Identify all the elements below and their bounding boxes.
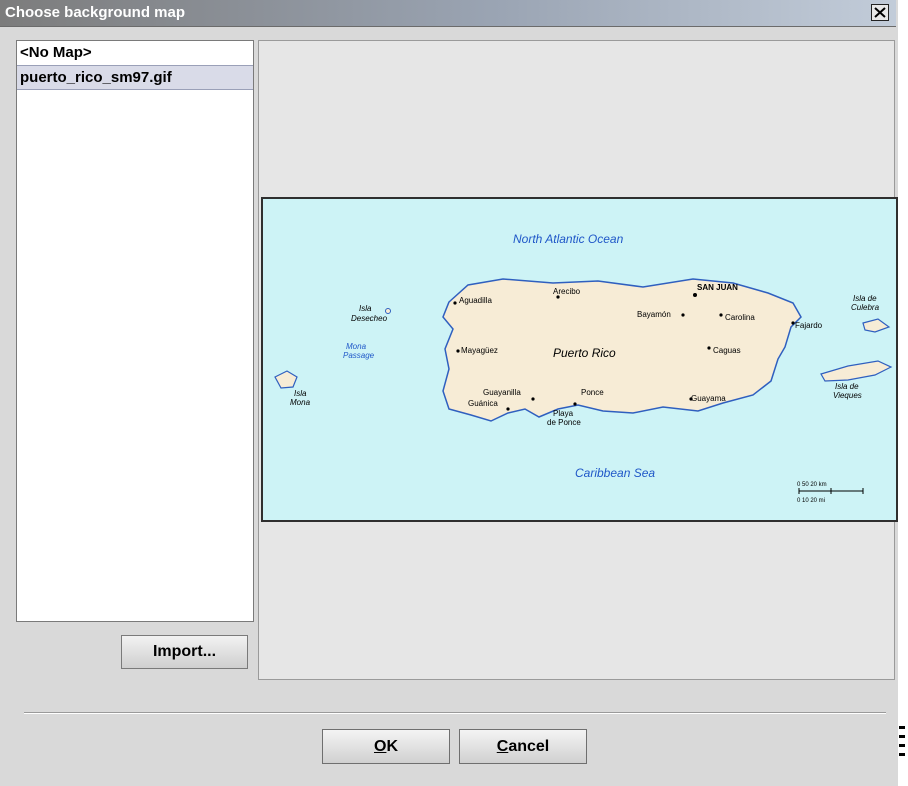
map-label-ponce: Ponce xyxy=(581,388,604,397)
map-label-arecibo: Arecibo xyxy=(553,287,581,296)
map-label-mona-passage-2: Passage xyxy=(343,351,375,360)
cancel-button[interactable]: Cancel xyxy=(459,729,587,764)
map-label-vieques-1: Isla de xyxy=(835,382,859,391)
map-label-culebra-2: Culebra xyxy=(851,303,880,312)
map-label-fajardo: Fajardo xyxy=(795,321,823,330)
map-file-list[interactable]: <No Map> puerto_rico_sm97.gif xyxy=(16,40,254,622)
cancel-mnemonic: C xyxy=(496,738,509,755)
map-label-desecheo-2: Desecheo xyxy=(351,314,388,323)
map-label-mona-island-1: Isla xyxy=(294,389,307,398)
scale-mi: 0 10 20 mi xyxy=(797,498,825,504)
map-label-ocean: North Atlantic Ocean xyxy=(513,232,624,246)
map-label-vieques-2: Vieques xyxy=(833,391,862,400)
map-label-guanica: Guánica xyxy=(468,399,498,408)
ok-mnemonic: O xyxy=(373,738,387,755)
edge-artifact xyxy=(898,720,908,780)
scale-km: 0 50 20 km xyxy=(797,482,827,488)
map-label-mona-island-2: Mona xyxy=(290,398,311,407)
map-label-aguadilla: Aguadilla xyxy=(459,296,492,305)
cancel-label-rest: ancel xyxy=(508,738,550,755)
map-label-mayaguez: Mayagüez xyxy=(461,346,498,355)
map-image: North Atlantic Ocean Caribbean Sea Puert… xyxy=(261,197,898,522)
map-label-bayamon: Bayamón xyxy=(637,310,671,319)
map-label-mona-passage-1: Mona xyxy=(346,342,367,351)
map-label-desecheo-1: Isla xyxy=(359,304,372,313)
ok-label-rest: K xyxy=(386,738,398,755)
button-separator xyxy=(24,712,886,714)
map-label-guayanilla: Guayanilla xyxy=(483,388,521,397)
import-button[interactable]: Import... xyxy=(121,635,248,669)
list-item-puerto-rico[interactable]: puerto_rico_sm97.gif xyxy=(17,65,253,90)
close-icon xyxy=(874,7,886,18)
map-label-culebra-1: Isla de xyxy=(853,294,877,303)
map-label-caguas: Caguas xyxy=(713,346,741,355)
map-label-sea: Caribbean Sea xyxy=(575,466,655,480)
close-button[interactable] xyxy=(871,4,889,21)
map-label-playa-2: de Ponce xyxy=(547,418,581,427)
map-label-playa-1: Playa xyxy=(553,409,574,418)
choose-map-dialog: Choose background map <No Map> puerto_ri… xyxy=(0,0,898,786)
map-preview-panel: North Atlantic Ocean Caribbean Sea Puert… xyxy=(258,40,898,680)
ok-button[interactable]: OK xyxy=(322,729,450,764)
map-label-carolina: Carolina xyxy=(725,313,755,322)
map-label-island: Puerto Rico xyxy=(553,346,616,360)
map-label-san-juan: SAN JUAN xyxy=(697,283,738,292)
map-label-guayama: Guayama xyxy=(691,394,726,403)
window-title: Choose background map xyxy=(5,4,186,21)
list-item-no-map[interactable]: <No Map> xyxy=(17,41,253,65)
title-bar[interactable]: Choose background map xyxy=(0,0,896,27)
